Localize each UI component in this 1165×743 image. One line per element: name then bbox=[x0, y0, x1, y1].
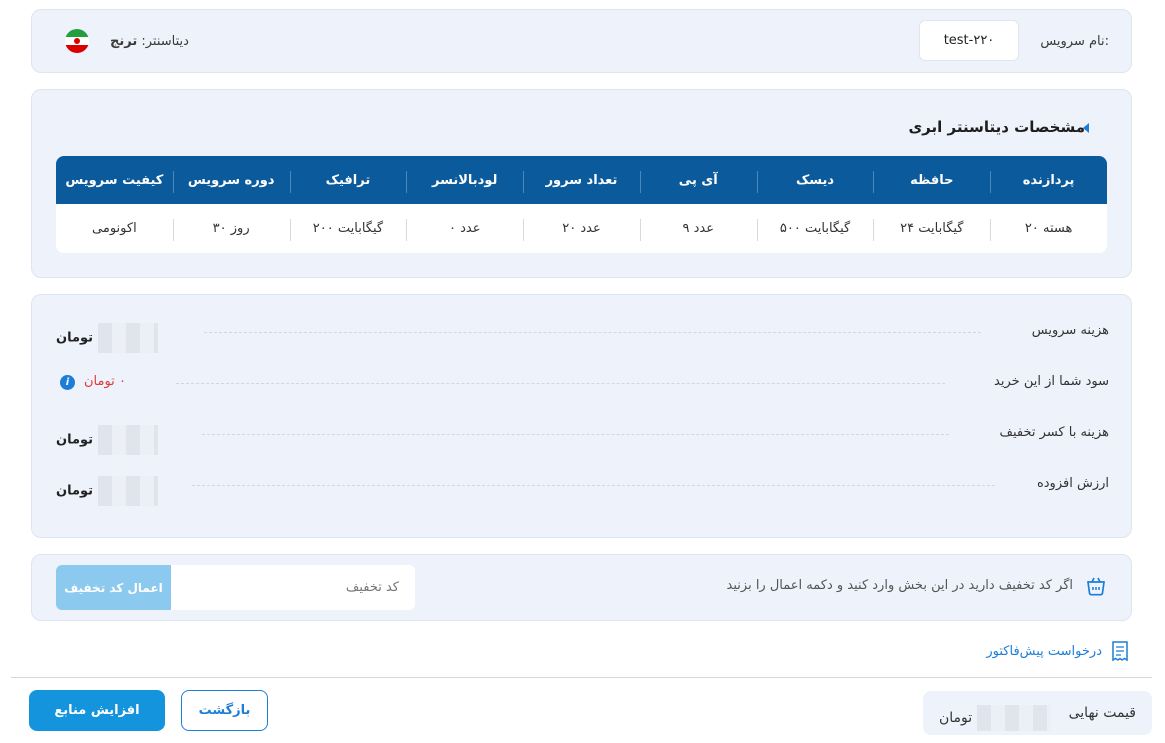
footer-divider bbox=[11, 677, 1152, 678]
blurred-amount bbox=[976, 705, 1051, 731]
service-header-panel: نام سرویس: test-۲۲۰ دیتاسنتر: ترنج bbox=[31, 9, 1132, 73]
blurred-amount bbox=[97, 425, 158, 455]
specs-table: پردازنده حافظه دیسک آی پی تعداد سرور لود… bbox=[56, 156, 1107, 253]
table-header-cell: لودبالانسر bbox=[406, 170, 523, 193]
final-price-currency: تومان bbox=[939, 710, 973, 726]
table-cell: ۲۰ عدد bbox=[523, 219, 640, 241]
final-price-label: قیمت نهایی bbox=[1068, 705, 1136, 721]
service-cost-label: هزینه سرویس bbox=[1031, 323, 1109, 338]
proforma-label: درخواست پیش‌فاکتور bbox=[986, 643, 1102, 659]
table-row: ۲۰ هسته ۲۴ گیگابایت ۵۰۰ گیگابایت ۹ عدد ۲… bbox=[56, 204, 1107, 253]
datacenter-label: دیتاسنتر: bbox=[141, 34, 189, 49]
basket-icon bbox=[1087, 577, 1105, 596]
table-header-cell: تعداد سرور bbox=[523, 170, 640, 193]
table-header-cell: کیفیت سرویس bbox=[65, 172, 164, 188]
iran-flag-icon bbox=[65, 29, 89, 53]
service-cost-currency: تومان bbox=[56, 330, 94, 346]
table-cell: ۵۰۰ گیگابایت bbox=[756, 219, 874, 241]
back-button[interactable]: بازگشت bbox=[181, 690, 268, 731]
dotted-divider bbox=[202, 434, 949, 435]
specs-panel: مشخصات دیتاسنتر ابری پردازنده حافظه دیسک… bbox=[31, 89, 1132, 278]
service-cost-value: تومان bbox=[56, 323, 158, 353]
table-header-cell: دیسک bbox=[756, 170, 874, 193]
vat-currency: تومان bbox=[56, 483, 94, 499]
table-cell: ۳۰ روز bbox=[172, 219, 290, 241]
table-header-cell: ترافیک bbox=[289, 170, 407, 193]
table-cell: ۲۰ هسته bbox=[990, 219, 1107, 241]
datacenter-info: دیتاسنتر: ترنج bbox=[110, 34, 189, 49]
specs-title: مشخصات دیتاسنتر ابری bbox=[908, 118, 1085, 136]
datacenter-value: ترنج bbox=[110, 34, 138, 49]
table-header-cell: پردازنده bbox=[990, 170, 1107, 193]
service-name-label: نام سرویس: bbox=[1040, 34, 1109, 49]
blurred-amount bbox=[97, 323, 158, 353]
discounted-cost-row: هزینه با کسر تخفیف تومان bbox=[56, 423, 1109, 455]
table-header-cell: حافظه bbox=[873, 170, 990, 193]
table-header-cell: آی پی bbox=[639, 170, 757, 193]
vat-row: ارزش افزوده تومان bbox=[56, 474, 1109, 506]
final-price-box: قیمت نهایی تومان bbox=[923, 691, 1152, 735]
apply-coupon-button[interactable]: اعمال کد تخفیف bbox=[56, 565, 171, 610]
service-name-value: test-۲۲۰ bbox=[919, 20, 1019, 61]
discounted-cost-label: هزینه با کسر تخفیف bbox=[999, 425, 1109, 440]
dotted-divider bbox=[176, 383, 945, 384]
profit-value: ۰ تومان bbox=[84, 374, 126, 389]
table-header-cell: دوره سرویس bbox=[172, 170, 290, 193]
service-cost-row: هزینه سرویس تومان bbox=[56, 321, 1109, 353]
vat-value: تومان bbox=[56, 476, 158, 506]
coupon-input[interactable] bbox=[170, 565, 415, 610]
coupon-panel: اگر کد تخفیف دارید در این بخش وارد کنید … bbox=[31, 554, 1132, 621]
info-icon[interactable]: i bbox=[60, 375, 75, 390]
costs-panel: هزینه سرویس تومان سود شما از این خرید ۰ … bbox=[31, 294, 1132, 538]
discounted-cost-value: تومان bbox=[56, 425, 158, 455]
profit-row: سود شما از این خرید ۰ تومان i bbox=[56, 372, 1109, 394]
receipt-icon bbox=[1112, 641, 1128, 662]
specs-table-header: پردازنده حافظه دیسک آی پی تعداد سرور لود… bbox=[56, 156, 1107, 204]
vat-label: ارزش افزوده bbox=[1036, 476, 1109, 491]
table-cell: ۲۰۰ گیگابایت bbox=[289, 219, 407, 241]
increase-resources-button[interactable]: افزایش منابع bbox=[29, 690, 165, 731]
coupon-hint: اگر کد تخفیف دارید در این بخش وارد کنید … bbox=[726, 578, 1073, 593]
table-cell: ۹ عدد bbox=[639, 219, 757, 241]
table-cell: ۰ عدد bbox=[406, 219, 523, 241]
dotted-divider bbox=[204, 332, 981, 333]
profit-label: سود شما از این خرید bbox=[994, 374, 1109, 389]
blurred-amount bbox=[97, 476, 158, 506]
proforma-link[interactable]: درخواست پیش‌فاکتور bbox=[986, 640, 1130, 662]
final-price-value: تومان bbox=[939, 705, 1051, 731]
table-cell: اکونومی bbox=[92, 221, 137, 236]
table-cell: ۲۴ گیگابایت bbox=[873, 219, 990, 241]
dotted-divider bbox=[192, 485, 995, 486]
discounted-cost-currency: تومان bbox=[56, 432, 94, 448]
